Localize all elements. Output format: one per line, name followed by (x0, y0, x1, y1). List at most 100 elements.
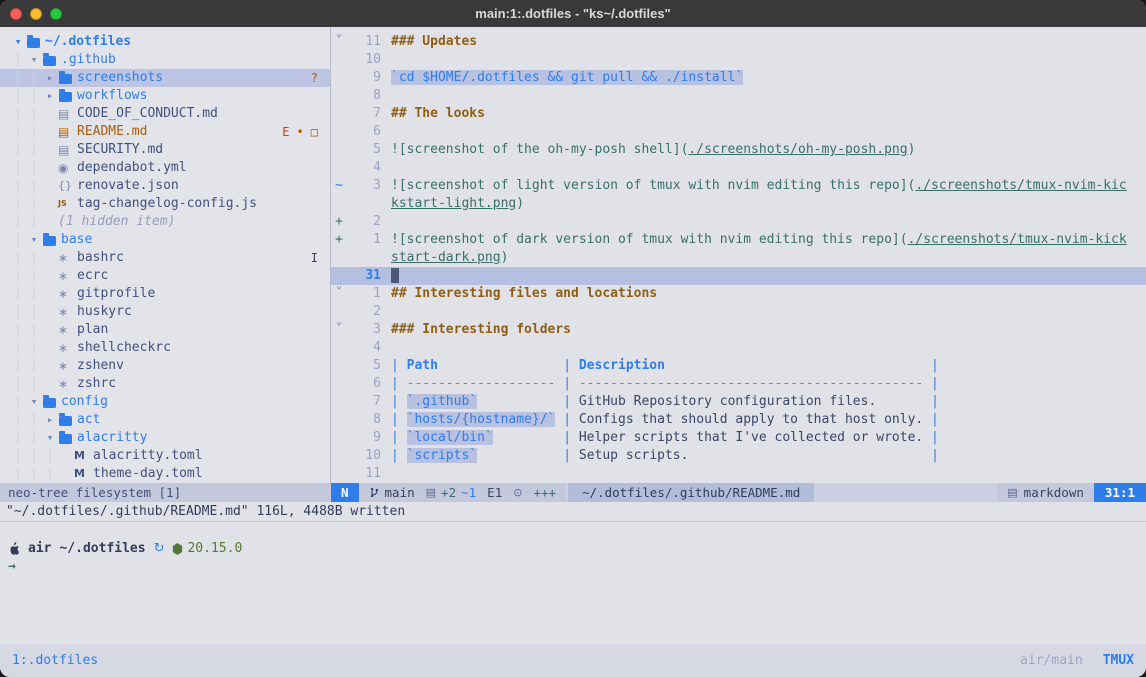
line-number: 10 (347, 447, 391, 465)
tree-item-base[interactable]: │▾base (0, 231, 330, 249)
text-segment: ./screenshots/tmux-nvim-kick (908, 232, 1127, 247)
expander-spacer (42, 339, 58, 357)
editor-line[interactable]: kstart-light.png) (331, 195, 1146, 213)
fold-sign: ˅ (331, 285, 347, 303)
expander-spacer (42, 375, 58, 393)
editor-line[interactable]: ~3![screenshot of light version of tmux … (331, 177, 1146, 195)
editor-line[interactable]: 9| `local/bin` | Helper scripts that I'v… (331, 429, 1146, 447)
sign-column (331, 339, 347, 357)
text-segment: ) (501, 250, 509, 265)
editor-line[interactable]: 4 (331, 339, 1146, 357)
tree-item-zshenv[interactable]: ││ ∗zshenv (0, 357, 330, 375)
editor-line[interactable]: 7## The looks (331, 105, 1146, 123)
tree-item-label: (1 hidden item) (58, 213, 175, 231)
editor-line[interactable]: 8 (331, 87, 1146, 105)
line-number: 6 (347, 375, 391, 393)
shell-pane[interactable]: air ~/.dotfiles ↻ 20.15.0 → (0, 521, 1146, 644)
zoom-button[interactable] (50, 8, 62, 20)
tree-item-~-.dotfiles[interactable]: ▾~/.dotfiles (0, 33, 330, 51)
tree-item-theme-day.toml[interactable]: │││ Mtheme-day.toml (0, 465, 330, 483)
filetype-label: markdown (1024, 483, 1084, 502)
editor-line[interactable]: 4 (331, 159, 1146, 177)
chevron-down-icon[interactable]: ▾ (26, 393, 42, 411)
editor-line[interactable]: 6 (331, 123, 1146, 141)
tmux-session-name: air/main (1020, 653, 1083, 668)
tree-item-alacritty[interactable]: ││▾alacritty (0, 429, 330, 447)
editor-line[interactable]: ˅3### Interesting folders (331, 321, 1146, 339)
tree-item-shellcheckrc[interactable]: ││ ∗shellcheckrc (0, 339, 330, 357)
editor-line[interactable]: ˅11### Updates (331, 33, 1146, 51)
git-branch: main (369, 483, 415, 502)
editor-line[interactable]: 10 (331, 51, 1146, 69)
chevron-down-icon[interactable]: ▾ (10, 33, 26, 51)
line-text (391, 213, 1146, 231)
line-number: 7 (347, 393, 391, 411)
folder-icon (59, 434, 72, 444)
expander-spacer (42, 123, 58, 141)
chevron-right-icon[interactable]: ▸ (42, 69, 58, 87)
editor-line[interactable]: 9`cd $HOME/.dotfiles && git pull && ./in… (331, 69, 1146, 87)
chevron-right-icon[interactable]: ▸ (42, 87, 58, 105)
indent-guide: │ (26, 159, 42, 177)
indent-guide: │ (26, 375, 42, 393)
neotree-statusline: neo-tree filesystem [1] (0, 483, 331, 502)
indent-guide: │ (10, 357, 26, 375)
tree-item-renovate.json[interactable]: ││ {}renovate.json (0, 177, 330, 195)
chevron-down-icon[interactable]: ▾ (42, 429, 58, 447)
editor-line[interactable]: 10| `scripts` | Setup scripts. | (331, 447, 1146, 465)
conf-icon: ∗ (58, 285, 74, 303)
tree-item-tag-changelog-config.js[interactable]: ││ JStag-changelog-config.js (0, 195, 330, 213)
line-text (391, 51, 1146, 69)
tree-item-label: screenshots (77, 69, 163, 87)
tree-item-label: CODE_OF_CONDUCT.md (77, 105, 218, 123)
editor-line[interactable]: 11 (331, 465, 1146, 483)
editor-line[interactable]: 5![screenshot of the oh-my-posh shell](.… (331, 141, 1146, 159)
tree-item-zshrc[interactable]: ││ ∗zshrc (0, 375, 330, 393)
close-button[interactable] (10, 8, 22, 20)
editor-line[interactable]: 2 (331, 303, 1146, 321)
indent-guide: │ (10, 303, 26, 321)
indent-guide: │ (10, 429, 26, 447)
plugin-updates: +++ (533, 483, 556, 502)
sign-column (331, 249, 347, 267)
editor-line[interactable]: ˅1## Interesting files and locations (331, 285, 1146, 303)
line-text: ### Interesting folders (391, 321, 1146, 339)
tree-item-config[interactable]: │▾config (0, 393, 330, 411)
tree-item-dependabot.yml[interactable]: ││ ◉dependabot.yml (0, 159, 330, 177)
tree-item-workflows[interactable]: ││▸workflows (0, 87, 330, 105)
tree-item-huskyrc[interactable]: ││ ∗huskyrc (0, 303, 330, 321)
chevron-right-icon[interactable]: ▸ (42, 411, 58, 429)
tree-item-ecrc[interactable]: ││ ∗ecrc (0, 267, 330, 285)
tree-item-code-of-conduct.md[interactable]: ││ ▤CODE_OF_CONDUCT.md (0, 105, 330, 123)
line-text: | `hosts/{hostname}/` | Configs that sho… (391, 411, 1146, 429)
tree-item-readme.md[interactable]: ││ ▤README.mdE•□ (0, 123, 330, 141)
tree-item-.github[interactable]: │▾.github (0, 51, 330, 69)
chevron-down-icon[interactable]: ▾ (26, 51, 42, 69)
editor-line[interactable]: +1![screenshot of dark version of tmux w… (331, 231, 1146, 249)
tree-item-label: bashrc (77, 249, 124, 267)
tmux-window-name[interactable]: 1:.dotfiles (12, 653, 98, 668)
tree-item-alacritty.toml[interactable]: │││ Malacritty.toml (0, 447, 330, 465)
tree-item-plan[interactable]: ││ ∗plan (0, 321, 330, 339)
tree-item-gitprofile[interactable]: ││ ∗gitprofile (0, 285, 330, 303)
tree-item-security.md[interactable]: ││ ▤SECURITY.md (0, 141, 330, 159)
tree-item-act[interactable]: ││▸act (0, 411, 330, 429)
tree-item-label: theme-day.toml (93, 465, 203, 483)
tmux-right-status: air/main TMUX (1020, 653, 1134, 668)
sign-column (331, 195, 347, 213)
editor-line[interactable]: +2 (331, 213, 1146, 231)
prompt-arrow-icon: → (8, 558, 1146, 576)
minimize-button[interactable] (30, 8, 42, 20)
editor-line[interactable]: 8| `hosts/{hostname}/` | Configs that sh… (331, 411, 1146, 429)
text-segment: ----------------------------------------… (579, 376, 923, 391)
editor-line[interactable]: 7| `.github` | GitHub Repository configu… (331, 393, 1146, 411)
editor-line[interactable]: 5| Path | Description | (331, 357, 1146, 375)
editor-line[interactable]: 6| ------------------- | ---------------… (331, 375, 1146, 393)
editor-cursor-line[interactable]: 31 (331, 267, 1146, 285)
line-number (347, 195, 391, 213)
tree-item-screenshots[interactable]: ││▸screenshots? (0, 69, 330, 87)
tree-item-1-hidden-item[interactable]: ││ (1 hidden item) (0, 213, 330, 231)
editor-line[interactable]: start-dark.png) (331, 249, 1146, 267)
chevron-down-icon[interactable]: ▾ (26, 231, 42, 249)
tree-item-bashrc[interactable]: ││ ∗bashrcI (0, 249, 330, 267)
